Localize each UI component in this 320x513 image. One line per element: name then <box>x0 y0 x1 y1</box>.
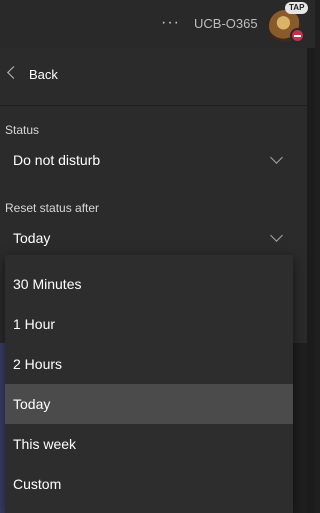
option-1-hour[interactable]: 1 Hour <box>5 304 293 344</box>
chevron-down-icon <box>270 151 283 164</box>
top-bar: ··· UCB-O365 TAP <box>0 0 315 49</box>
status-label: Status <box>5 123 40 137</box>
background-strip <box>307 48 315 513</box>
back-label: Back <box>29 67 58 82</box>
option-custom[interactable]: Custom <box>5 464 293 504</box>
chevron-left-icon <box>7 66 20 79</box>
tap-badge: TAP <box>285 2 309 14</box>
chevron-down-icon <box>270 229 283 242</box>
do-not-disturb-icon <box>290 28 305 43</box>
reset-duration-dropdown: 30 Minutes 1 Hour 2 Hours Today This wee… <box>5 255 293 513</box>
option-30-minutes[interactable]: 30 Minutes <box>5 264 293 304</box>
back-button[interactable]: Back <box>0 48 307 106</box>
status-value: Do not disturb <box>13 152 101 168</box>
option-this-week[interactable]: This week <box>5 424 293 464</box>
reset-status-value: Today <box>13 230 51 246</box>
option-2-hours[interactable]: 2 Hours <box>5 344 293 384</box>
option-today[interactable]: Today <box>5 384 293 424</box>
org-name[interactable]: UCB-O365 <box>194 16 258 31</box>
more-options-icon[interactable]: ··· <box>161 14 180 32</box>
reset-status-label: Reset status after <box>5 201 100 215</box>
